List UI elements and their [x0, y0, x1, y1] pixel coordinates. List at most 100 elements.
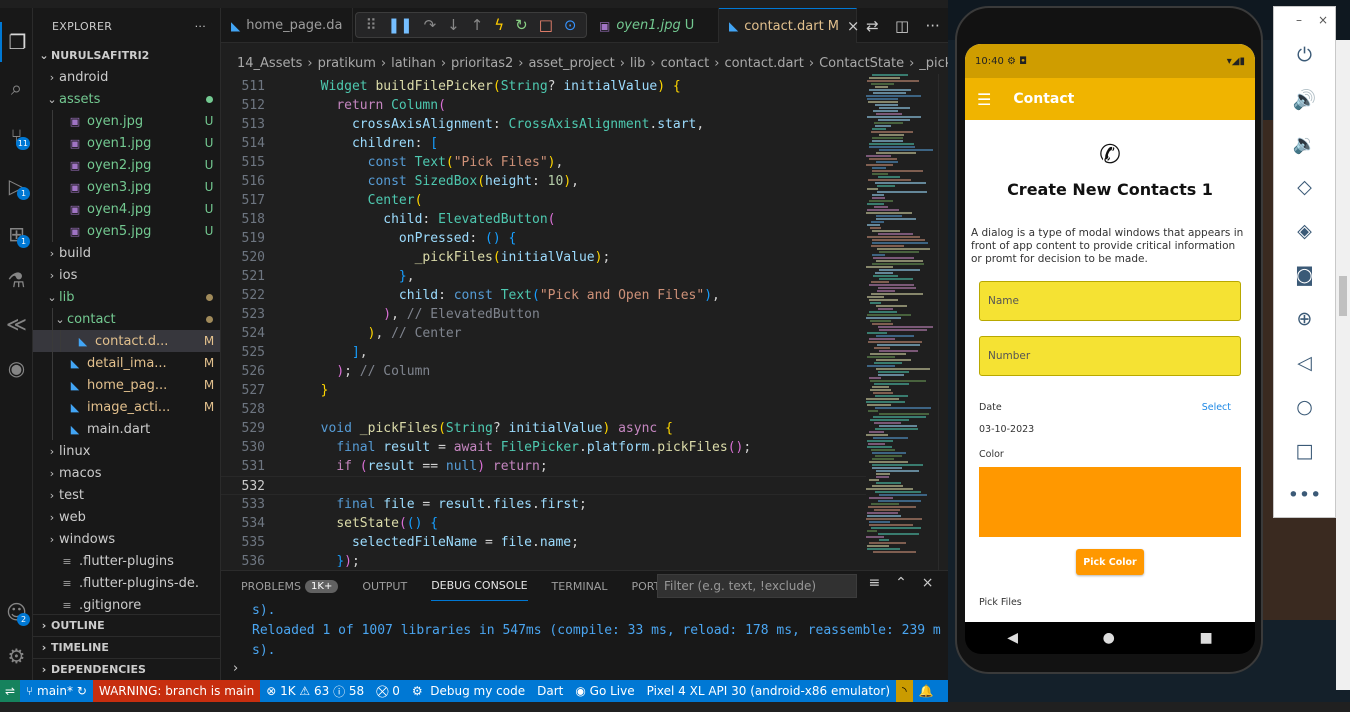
code-line[interactable]: 530 final result = await FilePicker.plat…: [221, 438, 866, 457]
editor-tab[interactable]: ▣ oyen1.jpg U: [589, 8, 719, 43]
panel-tab[interactable]: DEBUG CONSOLE: [431, 571, 528, 601]
go-live-button[interactable]: ◉ Go Live: [569, 680, 640, 702]
step-over-icon[interactable]: ↷: [424, 16, 437, 34]
tree-item[interactable]: ⌄ lib: [33, 286, 220, 308]
compare-icon[interactable]: ⇄: [866, 17, 879, 35]
editor-tab[interactable]: ◣ home_page.da: [221, 8, 353, 43]
code-line[interactable]: 525 ],: [221, 343, 866, 362]
pick-color-button[interactable]: Pick Color: [1076, 549, 1144, 575]
tree-item[interactable]: ◣ detail_ima... M: [33, 352, 220, 374]
tree-item[interactable]: ≡ .flutter-plugins-de...: [33, 572, 220, 594]
code-line[interactable]: 532: [221, 476, 866, 495]
code-line[interactable]: 529 void _pickFiles(String? initialValue…: [221, 419, 866, 438]
tree-item[interactable]: ◣ contact.d... M: [33, 330, 220, 352]
editor-tab[interactable]: ◣ contact.dart M ×: [719, 8, 859, 43]
breadcrumb-item[interactable]: pratikum: [318, 56, 376, 71]
source-control-icon[interactable]: ⑂ 11: [0, 116, 33, 156]
drag-handle-icon[interactable]: ⠿: [365, 16, 376, 34]
sidebar-section[interactable]: › OUTLINE: [33, 614, 221, 636]
tree-item[interactable]: ▣ oyen3.jpg U: [33, 176, 220, 198]
run-debug-icon[interactable]: ▷ 1: [0, 166, 33, 206]
code-line[interactable]: 520 _pickFiles(initialValue);: [221, 248, 866, 267]
home-icon[interactable]: ●: [1103, 630, 1115, 646]
emulator-scrollbar[interactable]: [1336, 40, 1350, 690]
code-editor[interactable]: 511 Widget buildFilePicker(String? initi…: [221, 77, 866, 567]
breadcrumb-item[interactable]: ContactState: [819, 56, 904, 71]
breadcrumb-item[interactable]: 14_Assets: [237, 56, 302, 71]
camera-icon[interactable]: ◙: [1274, 253, 1335, 297]
tree-item[interactable]: › web: [33, 506, 220, 528]
power-icon[interactable]: ⏻: [1274, 33, 1335, 77]
console-filter-input[interactable]: Filter (e.g. text, !exclude): [657, 574, 857, 598]
restart-icon[interactable]: ↻: [515, 16, 528, 34]
flutter-icon[interactable]: ≪: [0, 304, 33, 344]
tree-item[interactable]: ⌄ contact: [33, 308, 220, 330]
tree-item[interactable]: ▣ oyen.jpg U: [33, 110, 220, 132]
code-line[interactable]: 518 child: ElevatedButton(: [221, 210, 866, 229]
tree-item[interactable]: ⌄ assets: [33, 88, 220, 110]
code-line[interactable]: 524 ), // Center: [221, 324, 866, 343]
hamburger-menu-icon[interactable]: ☰: [977, 90, 991, 109]
code-line[interactable]: 523 ), // ElevatedButton: [221, 305, 866, 324]
rotate-left-icon[interactable]: ◇: [1274, 165, 1335, 209]
code-line[interactable]: 512 return Column(: [221, 96, 866, 115]
code-line[interactable]: 526 ); // Column: [221, 362, 866, 381]
code-line[interactable]: 522 child: const Text("Pick and Open Fil…: [221, 286, 866, 305]
sidebar-section[interactable]: › TIMELINE: [33, 636, 221, 658]
panel-tab[interactable]: TERMINAL: [552, 571, 608, 601]
github-icon[interactable]: ◉: [0, 348, 33, 388]
tree-item[interactable]: › build: [33, 242, 220, 264]
home-icon[interactable]: ○: [1274, 385, 1335, 429]
breadcrumb-item[interactable]: contact.dart: [724, 56, 803, 71]
extensions-icon[interactable]: ⊞ 1: [0, 214, 33, 254]
back-icon[interactable]: ◁: [1274, 341, 1335, 385]
volume-up-icon[interactable]: 🔊: [1274, 77, 1335, 121]
more-icon[interactable]: •••: [1274, 473, 1335, 517]
problems-indicator[interactable]: ⊗ 1K ⚠ 63 ⓘ 58: [260, 680, 370, 702]
more-actions-icon[interactable]: ···: [926, 17, 940, 35]
code-line[interactable]: 515 const Text("Pick Files"),: [221, 153, 866, 172]
language-mode[interactable]: Dart: [531, 680, 569, 702]
code-line[interactable]: 521 },: [221, 267, 866, 286]
branch-indicator[interactable]: ⑂ main* ↻: [20, 680, 93, 702]
tree-item[interactable]: › linux: [33, 440, 220, 462]
tree-item[interactable]: › android: [33, 66, 220, 88]
name-field[interactable]: Name: [979, 281, 1241, 321]
volume-down-icon[interactable]: 🔉: [1274, 121, 1335, 165]
ports-indicator[interactable]: ⛒ 0: [370, 680, 406, 702]
console-prompt[interactable]: ›: [233, 661, 238, 676]
overview-icon[interactable]: □: [1274, 429, 1335, 473]
code-line[interactable]: 513 crossAxisAlignment: CrossAxisAlignme…: [221, 115, 866, 134]
tree-item[interactable]: ▣ oyen2.jpg U: [33, 154, 220, 176]
panel-tab[interactable]: PROBLEMS 1K+: [241, 571, 339, 601]
account-icon[interactable]: ☺ 2: [0, 592, 33, 632]
tree-item[interactable]: ▣ oyen4.jpg U: [33, 198, 220, 220]
debug-config[interactable]: ⚙ Debug my code: [406, 680, 531, 702]
hot-reload-icon[interactable]: ϟ: [494, 16, 504, 34]
maximize-panel-icon[interactable]: ⌃: [895, 575, 907, 597]
back-icon[interactable]: ◀: [1007, 630, 1018, 646]
breadcrumb-item[interactable]: latihan: [391, 56, 436, 71]
minimap[interactable]: [866, 74, 938, 570]
device-selector[interactable]: Pixel 4 XL API 30 (android-x86 emulator): [641, 680, 896, 702]
breadcrumb-item[interactable]: lib: [630, 56, 645, 71]
tree-item[interactable]: ▣ oyen1.jpg U: [33, 132, 220, 154]
tree-item[interactable]: › macos: [33, 462, 220, 484]
code-line[interactable]: 527 }: [221, 381, 866, 400]
explorer-icon[interactable]: ❐: [0, 22, 33, 62]
step-out-icon[interactable]: ↑: [471, 16, 484, 34]
sidebar-section[interactable]: › DEPENDENCIES: [33, 658, 221, 680]
clear-console-icon[interactable]: ≡: [868, 575, 880, 597]
settings-gear-icon[interactable]: ⚙: [0, 636, 33, 676]
breadcrumb-item[interactable]: _pickF: [919, 56, 948, 71]
code-line[interactable]: 511 Widget buildFilePicker(String? initi…: [221, 77, 866, 96]
notifications-icon[interactable]: 🔔: [913, 680, 940, 702]
breadcrumb-item[interactable]: contact: [661, 56, 710, 71]
zoom-icon[interactable]: ⊕: [1274, 297, 1335, 341]
tree-item[interactable]: ≡ .gitignore: [33, 594, 220, 616]
close-panel-icon[interactable]: ×: [922, 575, 934, 597]
scrollbar-thumb[interactable]: [1339, 276, 1347, 316]
minimize-button[interactable]: –: [1287, 13, 1311, 27]
pause-icon[interactable]: ❚❚: [387, 16, 412, 34]
recents-icon[interactable]: ■: [1199, 630, 1212, 646]
